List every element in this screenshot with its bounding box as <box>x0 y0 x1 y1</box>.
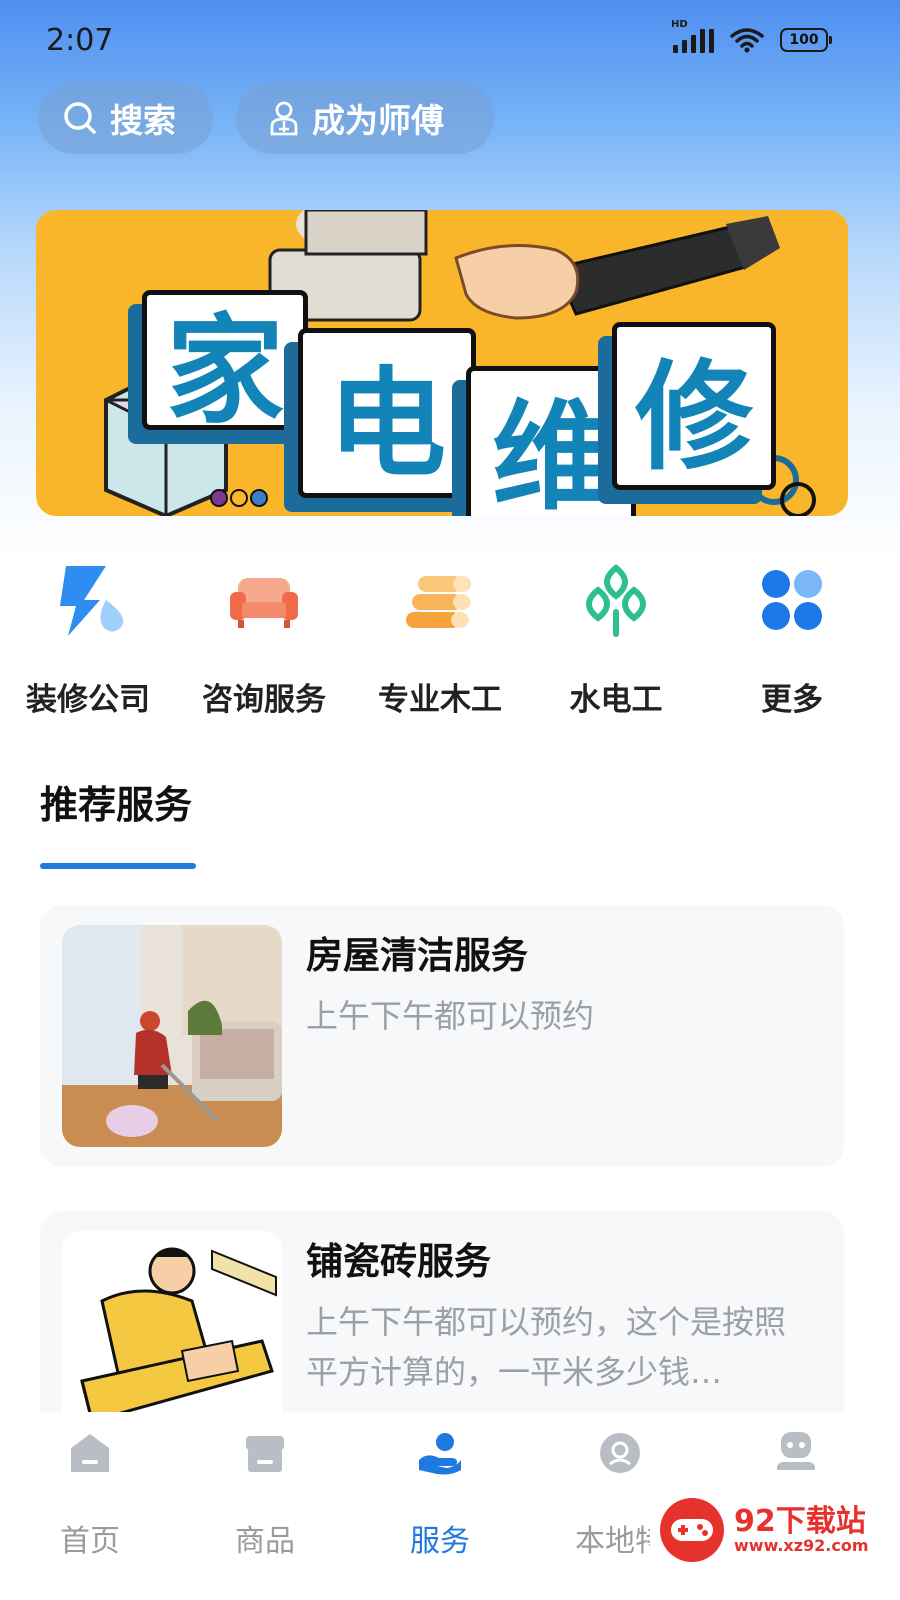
service-title: 铺瓷砖服务 <box>306 1240 491 1283</box>
home-icon <box>71 1434 109 1472</box>
category-label: 装修公司 <box>26 682 150 718</box>
wood-logs-icon <box>406 576 471 628</box>
battery-level: 100 <box>789 32 819 48</box>
status-bar: 2:07 HD 100 <box>0 0 900 80</box>
tab-label: 商品 <box>235 1524 295 1559</box>
category-label: 更多 <box>761 682 823 718</box>
category-consulting[interactable]: 咨询服务 <box>176 560 352 719</box>
renovation-icon <box>60 566 124 636</box>
service-description: 上午下午都可以预约，这个是按照平方计算的，一平米多少钱… <box>306 1303 787 1391</box>
service-card[interactable]: 房屋清洁服务 上午下午都可以预约 <box>40 905 844 1167</box>
category-more[interactable]: 更多 <box>704 560 880 719</box>
promo-banner[interactable]: 家 电 维 修 <box>36 210 848 516</box>
local-badge-icon <box>600 1433 640 1473</box>
category-plumber-electrician[interactable]: 水电工 <box>528 560 704 719</box>
category-row: 装修公司 咨询服务 专业木工 水电工 更多 <box>0 560 900 720</box>
worker-icon <box>270 101 298 136</box>
section-title: 推荐服务 <box>40 783 193 827</box>
tab-service[interactable]: 服务 <box>350 1430 530 1560</box>
watermark-title: 92下载站 <box>734 1504 866 1539</box>
tab-home[interactable]: 首页 <box>0 1430 180 1560</box>
banner-tile-4: 修 <box>612 322 776 490</box>
section-underline <box>40 863 196 869</box>
tab-label: 服务 <box>410 1524 470 1559</box>
category-carpentry[interactable]: 专业木工 <box>352 560 528 719</box>
service-thumbnail-cleaning <box>62 925 282 1147</box>
become-master-label: 成为师傅 <box>312 101 444 140</box>
status-icons: HD 100 <box>671 19 832 53</box>
banner-tile-1: 家 <box>142 290 308 440</box>
leaf-grid-icon <box>586 564 646 637</box>
category-label: 水电工 <box>569 682 663 718</box>
battery-icon: 100 <box>780 28 832 52</box>
hd-label: HD <box>671 19 688 30</box>
search-icon <box>64 102 96 134</box>
service-title: 房屋清洁服务 <box>306 934 528 977</box>
tab-label: 首页 <box>60 1524 120 1559</box>
more-grid-icon <box>762 570 822 630</box>
signal-icon: HD <box>671 19 714 53</box>
service-hand-icon <box>419 1433 461 1475</box>
become-master-button[interactable]: 成为师傅 <box>236 82 494 154</box>
category-renovation[interactable]: 装修公司 <box>0 560 176 719</box>
service-description: 上午下午都可以预约 <box>306 997 595 1035</box>
sofa-icon <box>230 578 298 628</box>
watermark-url: www.xz92.com <box>734 1536 869 1555</box>
category-label: 咨询服务 <box>202 682 326 718</box>
banner-tile-3: 维 <box>466 366 636 516</box>
category-label: 专业木工 <box>378 682 502 718</box>
status-time: 2:07 <box>46 22 114 58</box>
tab-goods[interactable]: 商品 <box>175 1430 355 1560</box>
banner-tile-2: 电 <box>298 328 476 498</box>
search-label: 搜索 <box>110 101 176 140</box>
shop-icon <box>246 1436 284 1472</box>
gamepad-logo-icon <box>660 1498 724 1562</box>
wifi-icon <box>730 28 764 53</box>
search-button[interactable]: 搜索 <box>38 82 213 154</box>
site-watermark: 92下载站 www.xz92.com <box>650 1470 900 1600</box>
